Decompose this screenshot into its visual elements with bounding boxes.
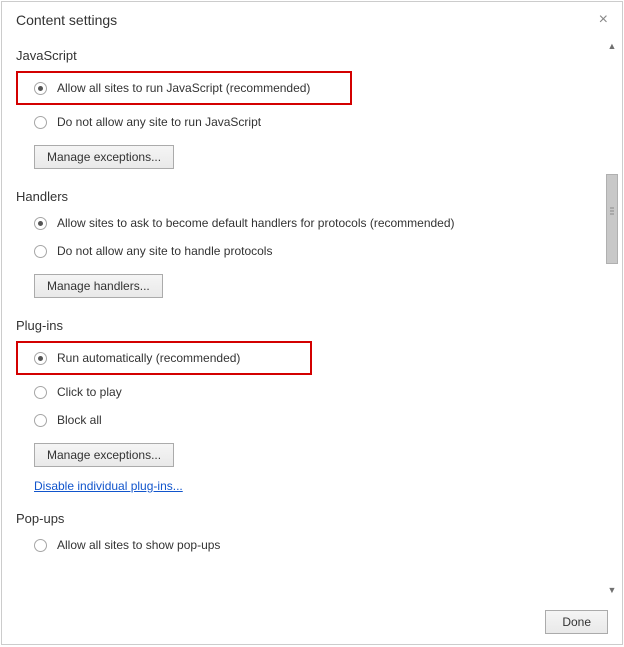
section-title-popups: Pop-ups [16,511,598,526]
radio-icon [34,352,47,365]
radio-icon [34,245,47,258]
manage-handlers-button[interactable]: Manage handlers... [34,274,163,298]
radio-label: Allow all sites to show pop-ups [57,538,220,552]
radio-label: Allow sites to ask to become default han… [57,216,455,230]
scroll-track[interactable] [604,54,620,582]
scroll-thumb[interactable] [606,174,618,264]
radio-row-plugins-auto[interactable]: Run automatically (recommended) [34,349,240,367]
highlight-plugins-auto: Run automatically (recommended) [16,341,312,375]
radio-icon [34,414,47,427]
dialog-scroll-area: JavaScript Allow all sites to run JavaSc… [2,34,622,602]
radio-label: Do not allow any site to handle protocol… [57,244,272,258]
highlight-javascript-allow: Allow all sites to run JavaScript (recom… [16,71,352,105]
section-title-javascript: JavaScript [16,48,598,63]
radio-label: Click to play [57,385,122,399]
radio-label: Allow all sites to run JavaScript (recom… [57,81,310,95]
radio-row-js-allow[interactable]: Allow all sites to run JavaScript (recom… [34,79,310,97]
done-button[interactable]: Done [545,610,608,634]
radio-row-popups-allow[interactable]: Allow all sites to show pop-ups [16,532,598,558]
radio-icon [34,539,47,552]
radio-row-plugins-click[interactable]: Click to play [16,379,598,405]
radio-icon [34,116,47,129]
manage-exceptions-js-button[interactable]: Manage exceptions... [34,145,174,169]
radio-icon [34,82,47,95]
dialog-title: Content settings [16,12,117,28]
radio-label: Run automatically (recommended) [57,351,240,365]
radio-row-handlers-allow[interactable]: Allow sites to ask to become default han… [16,210,598,236]
radio-label: Do not allow any site to run JavaScript [57,115,261,129]
scroll-up-arrow-icon[interactable]: ▲ [604,38,620,54]
dialog-footer: Done [2,602,622,644]
radio-row-plugins-block[interactable]: Block all [16,407,598,433]
dialog-titlebar: Content settings × [2,2,622,34]
radio-icon [34,386,47,399]
scroll-down-arrow-icon[interactable]: ▼ [604,582,620,598]
radio-icon [34,217,47,230]
content-settings-dialog: Content settings × JavaScript Allow all … [1,1,623,645]
section-title-plugins: Plug-ins [16,318,598,333]
vertical-scrollbar[interactable]: ▲ ▼ [604,38,620,598]
disable-plugins-link[interactable]: Disable individual plug-ins... [34,479,183,493]
radio-row-handlers-deny[interactable]: Do not allow any site to handle protocol… [16,238,598,264]
radio-label: Block all [57,413,102,427]
manage-exceptions-plugins-button[interactable]: Manage exceptions... [34,443,174,467]
close-icon[interactable]: × [599,12,608,28]
section-title-handlers: Handlers [16,189,598,204]
radio-row-js-deny[interactable]: Do not allow any site to run JavaScript [16,109,598,135]
